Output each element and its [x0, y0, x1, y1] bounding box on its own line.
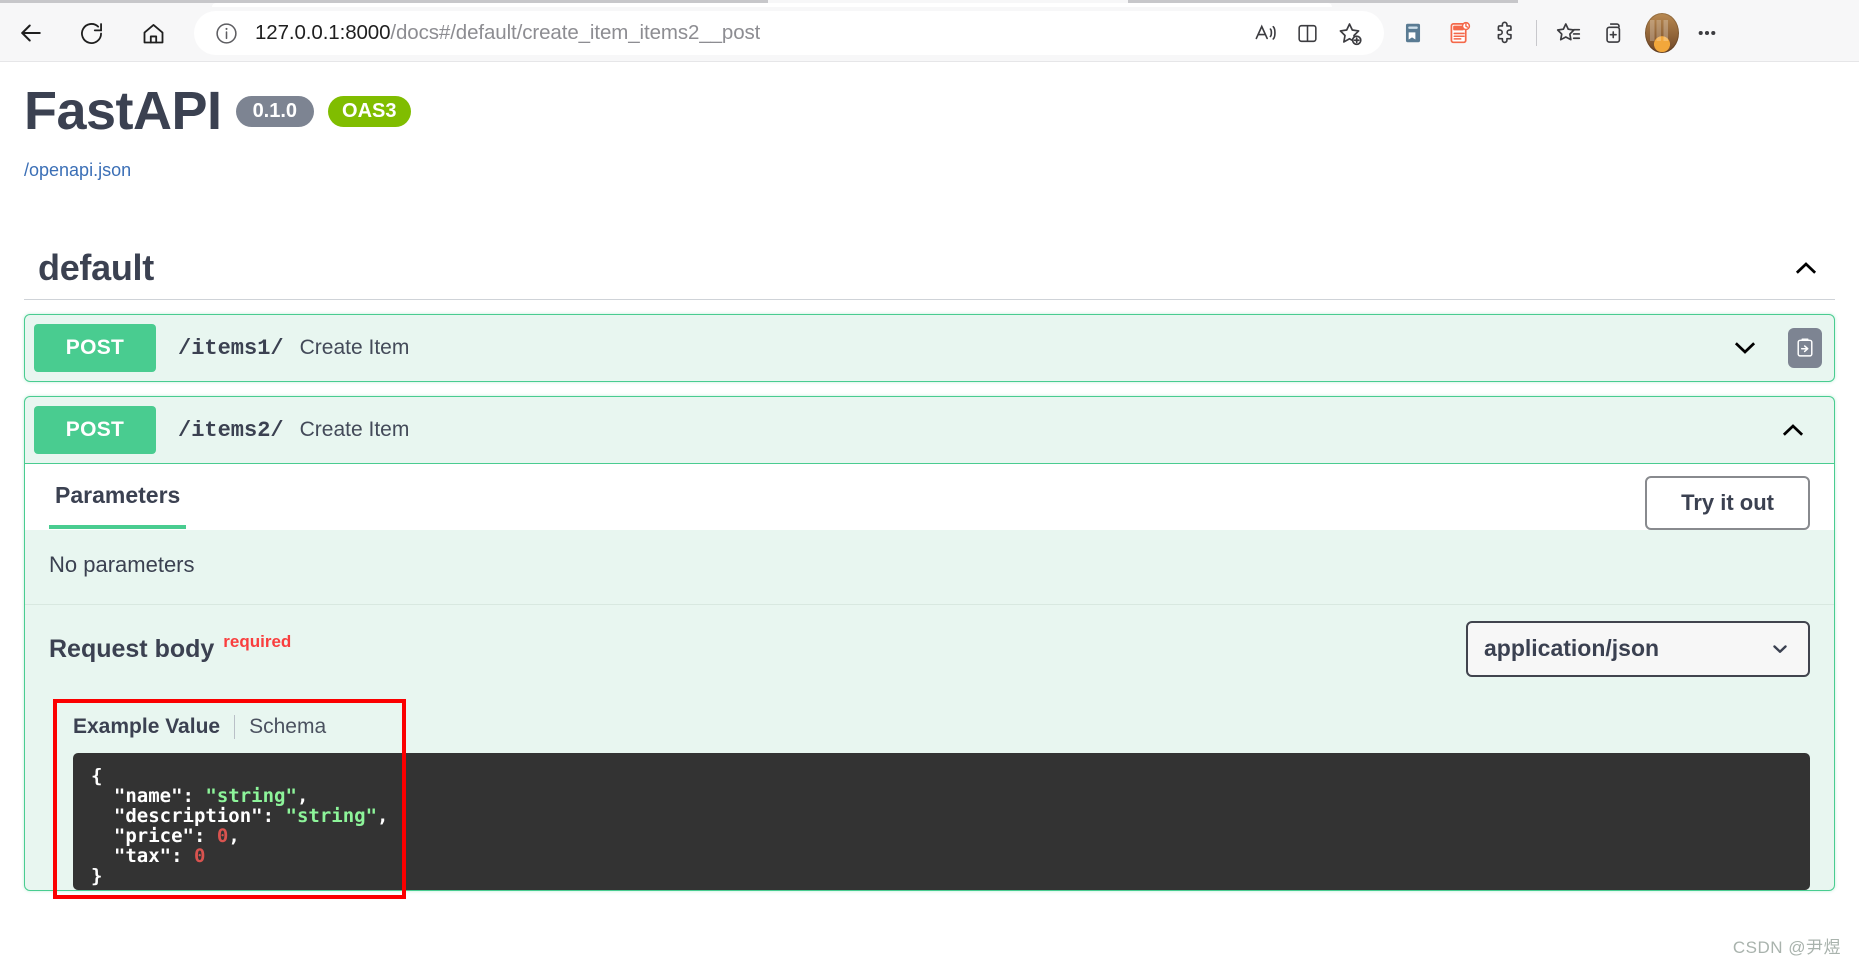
- csdn-watermark: CSDN @尹煜: [1732, 938, 1841, 957]
- operation-summary[interactable]: POST /items1/ Create Item: [25, 315, 1834, 381]
- favorites-button[interactable]: [1545, 10, 1591, 56]
- tag-name: default: [38, 247, 154, 288]
- no-parameters-text: No parameters: [49, 552, 195, 577]
- tag-header[interactable]: default: [24, 247, 1835, 300]
- collections-button[interactable]: [1390, 10, 1436, 56]
- content-type-select[interactable]: application/json: [1466, 621, 1810, 677]
- tab-example-value[interactable]: Example Value: [73, 715, 220, 739]
- add-favorite-button[interactable]: [1328, 12, 1370, 54]
- api-version-badge: 0.1.0: [235, 95, 315, 127]
- tag-section-default: default POST /items1/ Create Item POST /…: [0, 247, 1859, 899]
- reload-icon: [78, 20, 105, 47]
- split-screen-button[interactable]: [1286, 12, 1328, 54]
- operation-summary-text: Create Item: [299, 336, 410, 359]
- chevron-down-icon: [1768, 637, 1792, 661]
- browser-extension-bar: [1390, 10, 1731, 56]
- add-tab-group-button[interactable]: [1591, 10, 1637, 56]
- content-type-value: application/json: [1484, 635, 1660, 661]
- more-settings-button[interactable]: [1687, 10, 1727, 56]
- read-aloud-icon: [1252, 20, 1278, 46]
- operation-path: /items2/: [178, 417, 284, 443]
- add-tab-group-icon: [1601, 20, 1627, 46]
- example-value-code-block[interactable]: { "name": "string", "description": "stri…: [73, 753, 1810, 890]
- request-body-title: Request body: [49, 634, 215, 663]
- reload-button[interactable]: [68, 10, 114, 56]
- oas-spec-badge: OAS3: [328, 95, 411, 127]
- home-icon: [140, 20, 167, 47]
- chevron-up-icon[interactable]: [1791, 253, 1821, 283]
- http-method-badge: POST: [34, 324, 156, 372]
- operation-post-items2[interactable]: POST /items2/ Create Item Parameters Try…: [24, 396, 1835, 899]
- browser-chrome: 127.0.0.1:8000/docs#/default/create_item…: [0, 0, 1859, 62]
- url-text: 127.0.0.1:8000/docs#/default/create_item…: [255, 21, 761, 44]
- required-badge: required: [223, 631, 292, 651]
- http-method-badge: POST: [34, 406, 156, 454]
- request-body-row: Request body required application/json: [25, 604, 1834, 695]
- swagger-ui-page: FastAPI 0.1.0 OAS3 /openapi.json default…: [0, 62, 1859, 966]
- operation-post-items1[interactable]: POST /items1/ Create Item: [24, 314, 1835, 382]
- extensions-button[interactable]: [1482, 10, 1528, 56]
- favorites-star-list-icon: [1555, 20, 1582, 47]
- authorize-clipboard-icon[interactable]: [1788, 328, 1822, 368]
- toolbar-divider: [1536, 20, 1537, 46]
- tab-divider: [234, 715, 236, 739]
- collections-icon: [1400, 20, 1426, 46]
- operation-summary[interactable]: POST /items2/ Create Item: [25, 397, 1834, 463]
- api-title-row: FastAPI 0.1.0 OAS3: [24, 84, 1859, 138]
- profile-avatar[interactable]: [1645, 13, 1679, 53]
- tab-parameters[interactable]: Parameters: [49, 482, 187, 529]
- request-body-label: Request body required: [49, 631, 292, 664]
- address-bar-actions: [1244, 12, 1370, 54]
- chevron-up-icon[interactable]: [1778, 415, 1808, 445]
- pdf-tool-icon: [1446, 20, 1472, 46]
- home-button[interactable]: [130, 10, 176, 56]
- operation-path: /items1/: [178, 335, 284, 361]
- more-ellipsis-icon: [1694, 20, 1720, 46]
- operation-body: Parameters Try it out No parameters Requ…: [25, 463, 1834, 899]
- read-aloud-button[interactable]: [1244, 12, 1286, 54]
- operation-summary-text: Create Item: [299, 418, 410, 441]
- example-tabs: Example Value Schema: [49, 695, 1810, 753]
- pdf-tool-button[interactable]: [1436, 10, 1482, 56]
- try-it-out-button[interactable]: Try it out: [1645, 476, 1810, 530]
- page-title: FastAPI: [24, 81, 222, 141]
- chevron-down-icon[interactable]: [1730, 333, 1760, 363]
- add-favorite-star-icon: [1336, 20, 1363, 47]
- browser-toolbar: 127.0.0.1:8000/docs#/default/create_item…: [0, 5, 1859, 61]
- api-info-block: FastAPI 0.1.0 OAS3 /openapi.json: [0, 62, 1859, 181]
- example-json-code: { "name": "string", "description": "stri…: [91, 765, 389, 887]
- extensions-puzzle-icon: [1492, 20, 1518, 46]
- address-bar[interactable]: 127.0.0.1:8000/docs#/default/create_item…: [194, 11, 1384, 55]
- parameters-header-row: Parameters Try it out: [25, 464, 1834, 530]
- back-button[interactable]: [8, 10, 54, 56]
- openapi-json-link[interactable]: /openapi.json: [24, 160, 131, 181]
- split-screen-icon: [1295, 21, 1320, 46]
- example-area: Example Value Schema { "name": "string",…: [25, 695, 1834, 899]
- info-circle-icon[interactable]: [214, 21, 239, 46]
- tab-schema[interactable]: Schema: [249, 715, 326, 739]
- arrow-left-icon: [16, 18, 46, 48]
